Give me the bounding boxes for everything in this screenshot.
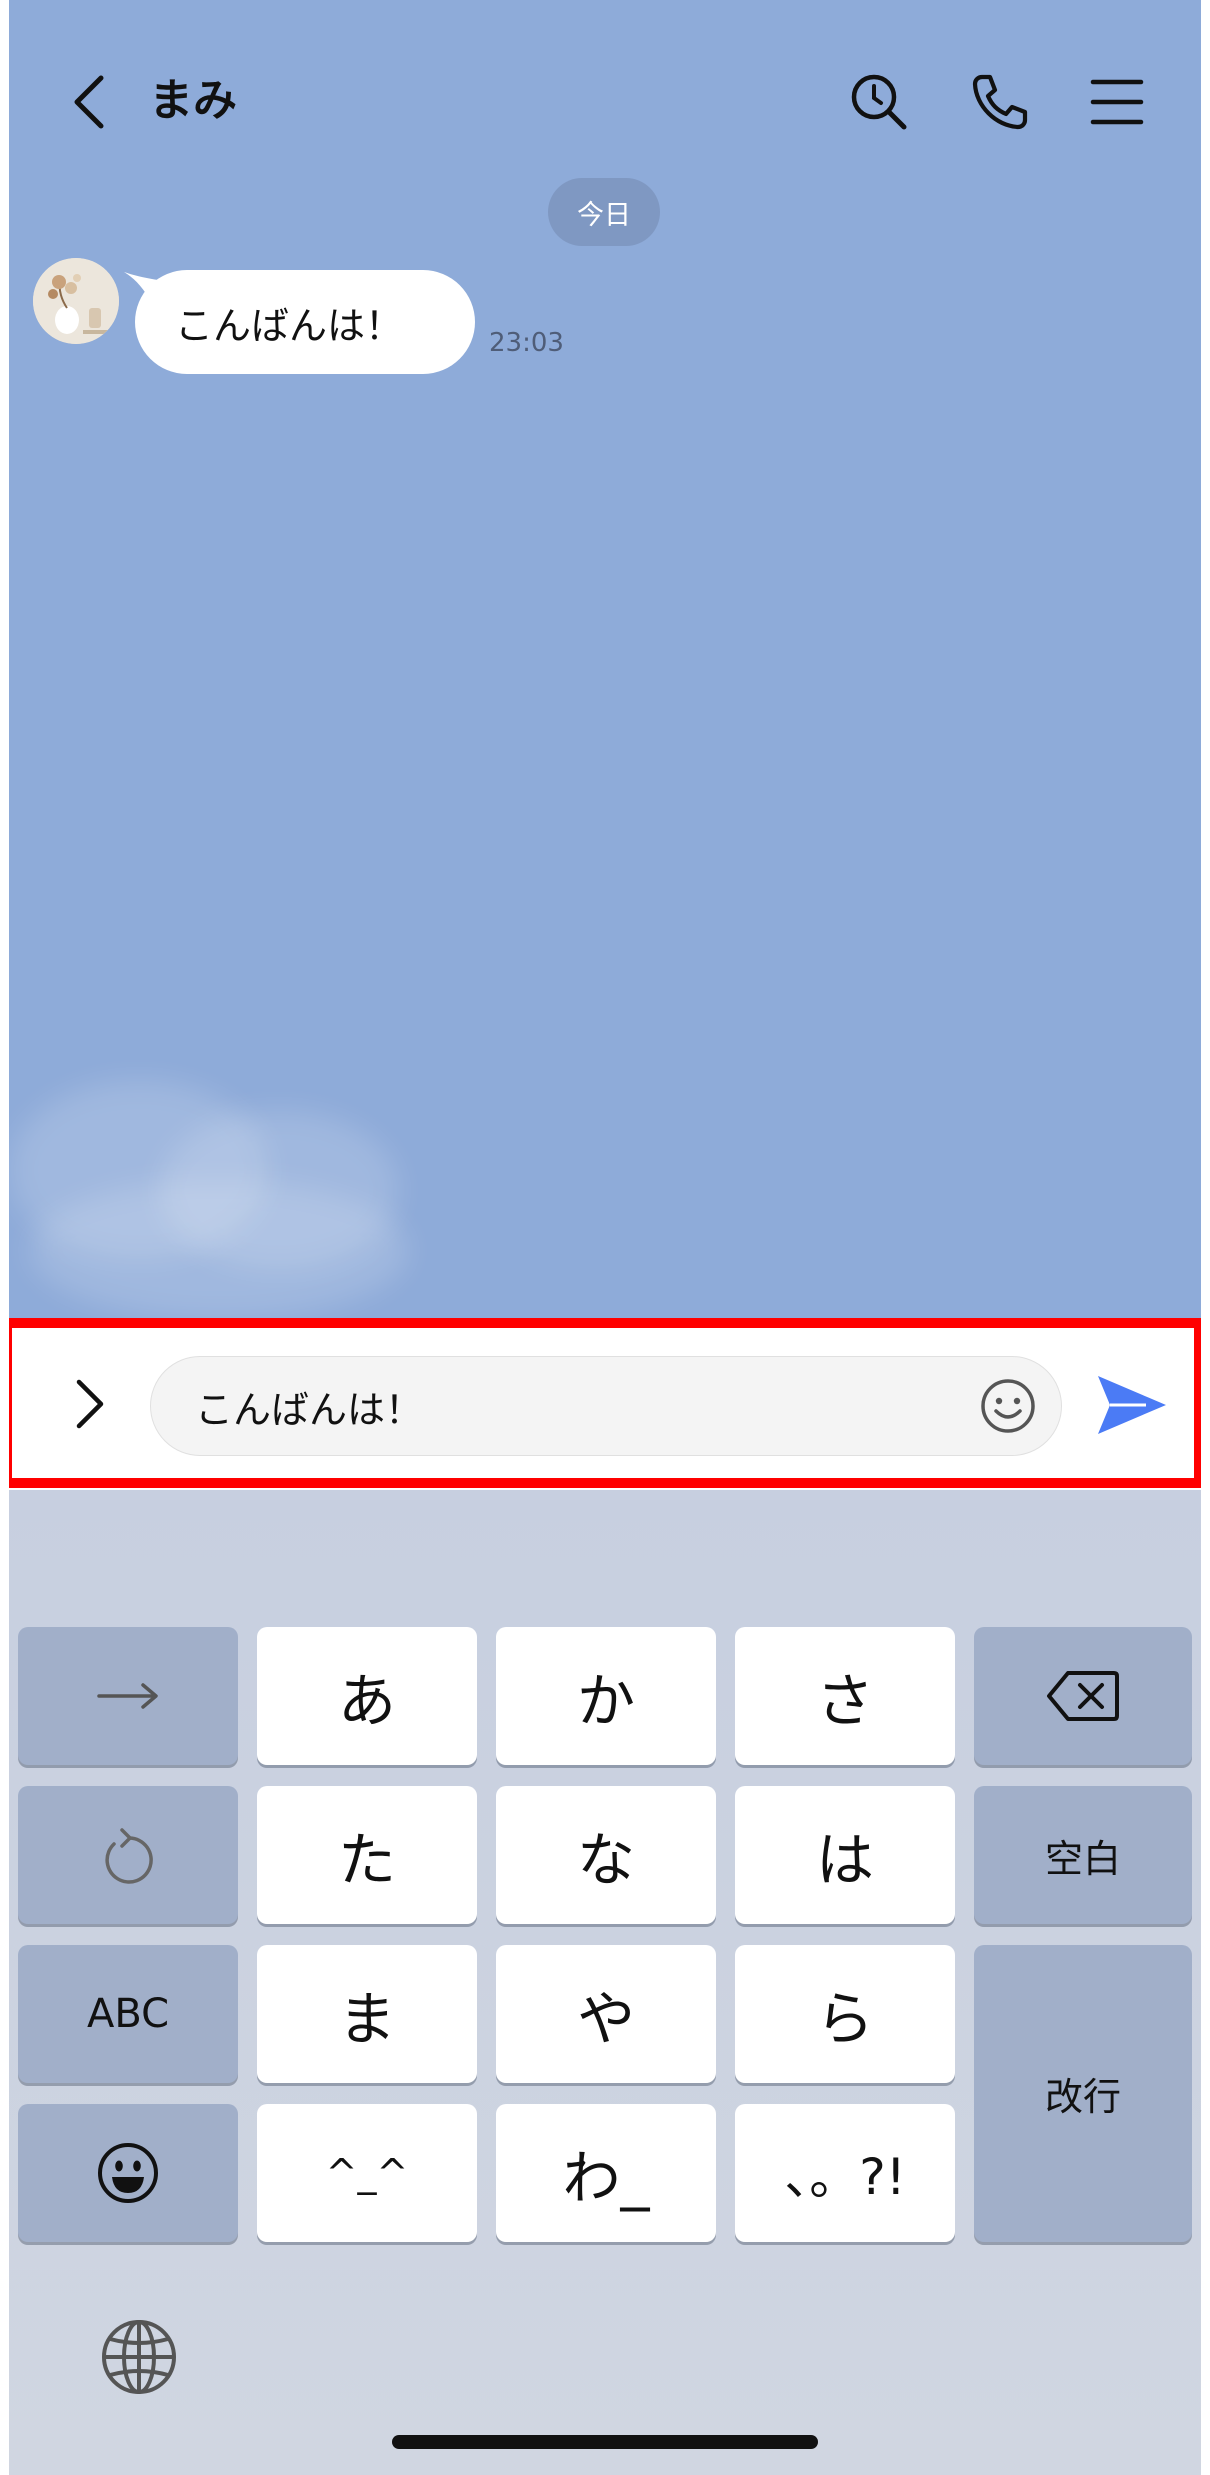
globe-button[interactable]	[95, 2313, 183, 2401]
key-ya[interactable]: や	[496, 1945, 716, 2083]
message-input-text: こんばんは！	[195, 1387, 424, 1432]
key-a[interactable]: あ	[257, 1627, 477, 1765]
key-arrow-right[interactable]	[18, 1627, 238, 1765]
backspace-icon	[1047, 1671, 1119, 1721]
send-button[interactable]	[1089, 1364, 1175, 1446]
key-abc-label: ABC	[86, 1991, 170, 2037]
key-wa[interactable]: わ_	[496, 2104, 716, 2242]
avatar-image-icon	[33, 258, 119, 344]
key-undo[interactable]	[18, 1786, 238, 1924]
search-icon	[851, 74, 907, 130]
emoji-face-icon	[98, 2143, 158, 2203]
expand-button[interactable]	[49, 1364, 129, 1444]
message-input-bar: こんばんは！	[9, 1318, 1201, 1490]
key-kaomoji-label: ^_^	[325, 2151, 409, 2195]
message-bubble[interactable]: こんばんは！	[135, 270, 475, 374]
chat-area: まみ 今日 こんばんは！ 23:03	[9, 0, 1201, 1318]
avatar[interactable]	[33, 258, 119, 344]
keyboard: あ か さ た な は 空白 ABC ま や ら 改行 ^_^ わ_ 、。?!	[9, 1490, 1201, 2475]
key-return[interactable]: 改行	[974, 1945, 1192, 2242]
key-kaomoji[interactable]: ^_^	[257, 2104, 477, 2242]
key-space-label: 空白	[1044, 1836, 1121, 1881]
key-abc[interactable]: ABC	[18, 1945, 238, 2083]
arrow-right-icon	[97, 1683, 158, 1709]
menu-button[interactable]	[1077, 62, 1157, 142]
key-ta[interactable]: た	[257, 1786, 477, 1924]
home-indicator	[392, 2435, 818, 2449]
search-button[interactable]	[839, 62, 919, 142]
key-punctuation[interactable]: 、。?!	[735, 2104, 955, 2242]
key-ma[interactable]: ま	[257, 1945, 477, 2083]
key-emoji[interactable]	[18, 2104, 238, 2242]
key-ra[interactable]: ら	[735, 1945, 955, 2083]
emoji-button[interactable]	[973, 1371, 1043, 1441]
key-na[interactable]: な	[496, 1786, 716, 1924]
back-button[interactable]	[49, 62, 129, 142]
key-backspace[interactable]	[974, 1627, 1192, 1765]
key-space[interactable]: 空白	[974, 1786, 1192, 1924]
key-ha[interactable]: は	[735, 1786, 955, 1924]
message-input[interactable]: こんばんは！	[150, 1356, 1062, 1456]
date-separator: 今日	[548, 178, 660, 246]
chevron-left-icon	[74, 75, 104, 129]
chat-header: まみ	[9, 0, 1201, 200]
screen: まみ 今日 こんばんは！ 23:03 こんばんは！ あ か さ た な は 空白…	[9, 0, 1201, 2475]
undo-icon	[105, 1828, 153, 1884]
chevron-right-icon	[76, 1379, 104, 1429]
key-punctuation-label: 、。?!	[784, 2148, 906, 2206]
phone-icon	[972, 74, 1028, 130]
key-sa[interactable]: さ	[735, 1627, 955, 1765]
chat-title: まみ	[149, 75, 237, 126]
smiley-icon	[981, 1379, 1035, 1433]
globe-icon	[102, 2320, 176, 2394]
send-icon	[1098, 1376, 1166, 1434]
menu-icon	[1090, 79, 1144, 125]
message-time: 23:03	[489, 328, 564, 358]
key-ka[interactable]: か	[496, 1627, 716, 1765]
call-button[interactable]	[959, 62, 1039, 142]
key-return-label: 改行	[1044, 2075, 1121, 2119]
